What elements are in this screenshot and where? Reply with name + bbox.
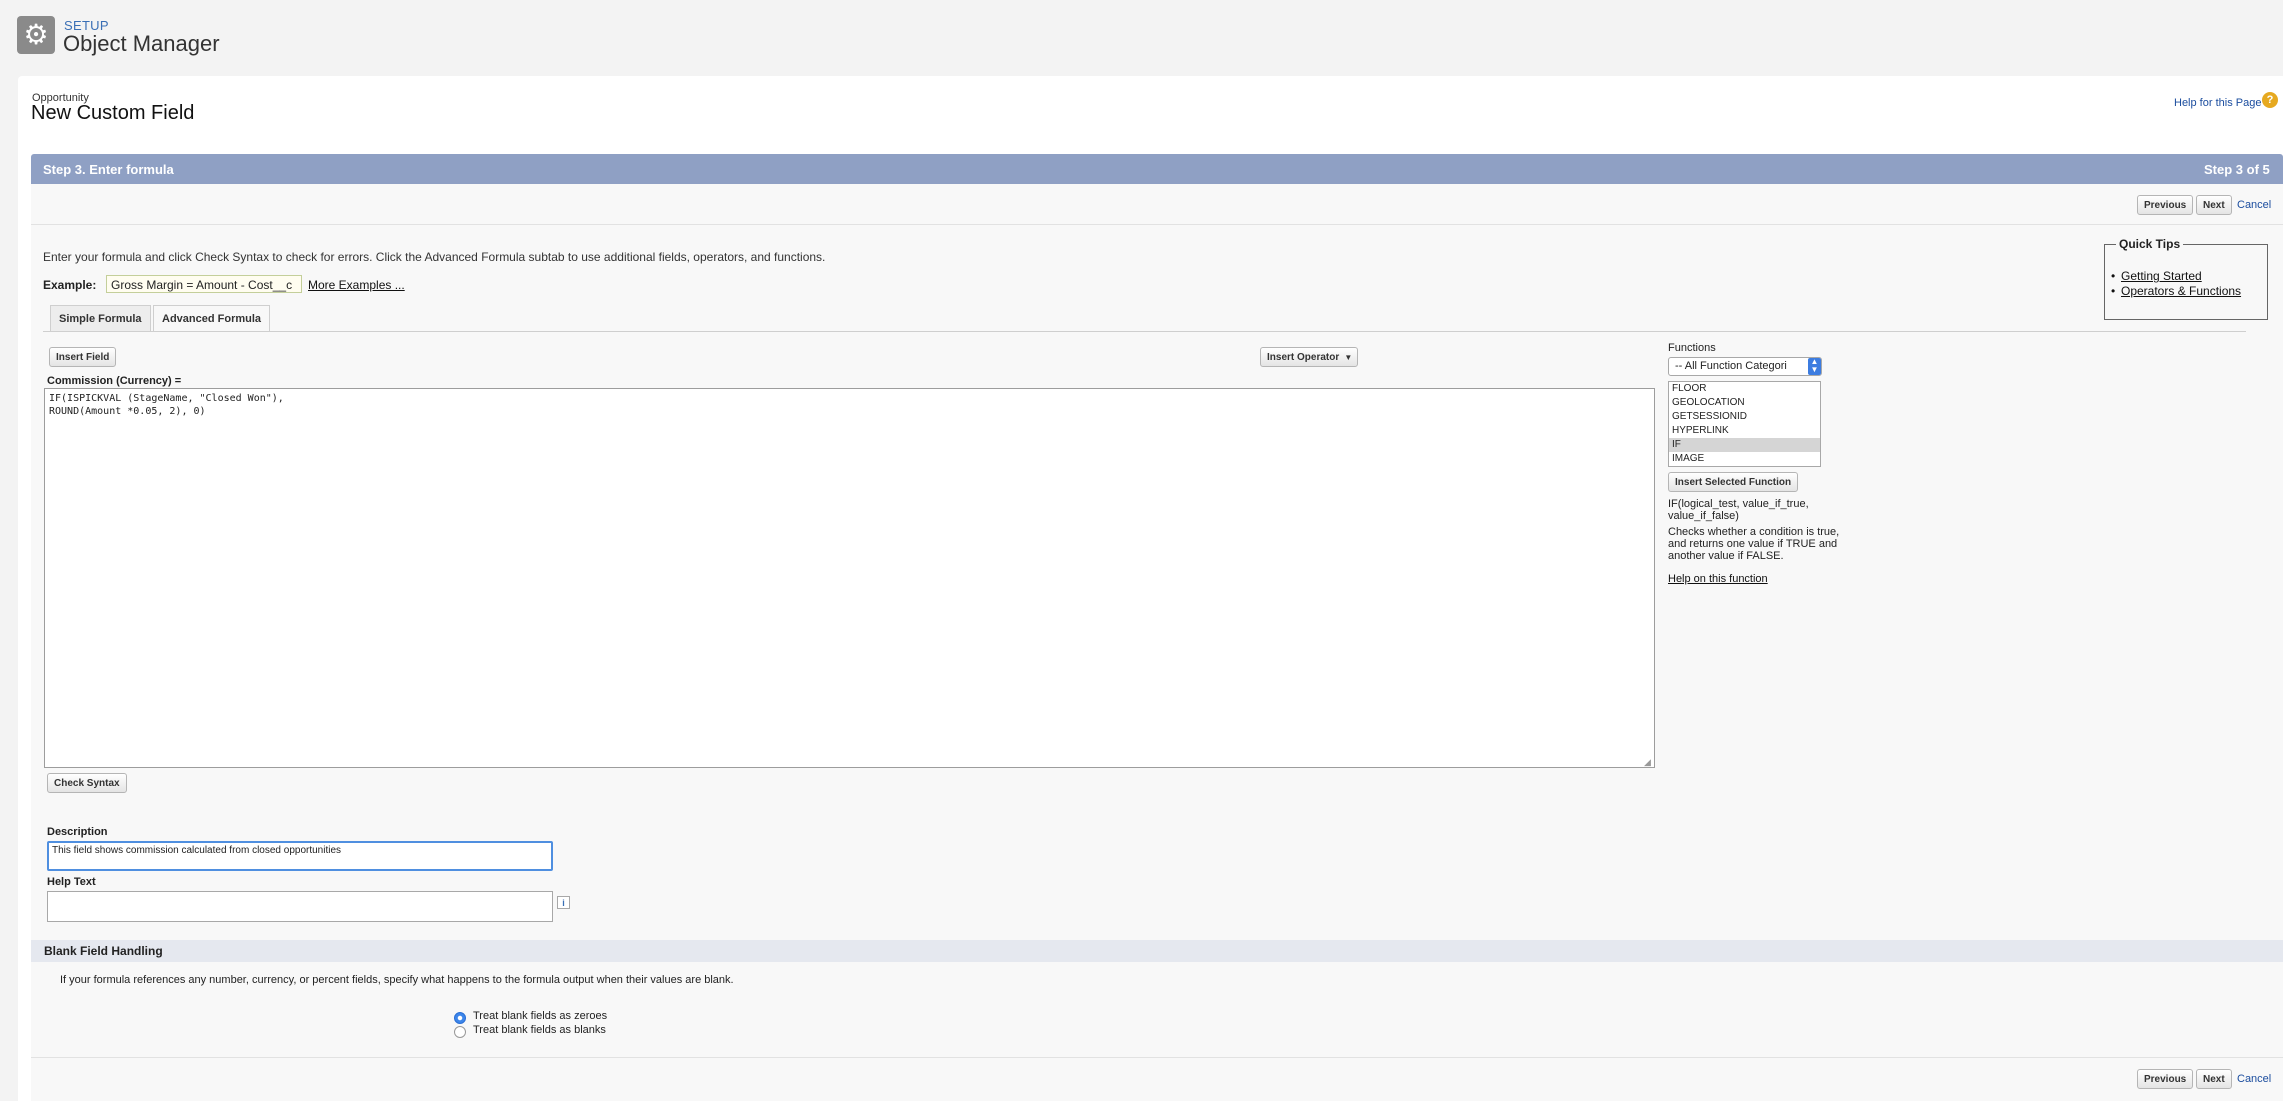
next-button-top[interactable]: Next [2196,195,2232,215]
insert-operator-label: Insert Operator [1267,352,1340,363]
previous-button-top[interactable]: Previous [2137,195,2194,215]
function-option[interactable]: GEOLOCATION [1669,396,1820,410]
formula-field-label: Commission (Currency) = [47,375,182,387]
example-box: Gross Margin = Amount - Cost__c [106,275,302,293]
intro-text: Enter your formula and click Check Synta… [43,250,826,264]
function-category-select[interactable]: -- All Function Categori [1668,357,1822,376]
radio-treat-as-blanks[interactable] [454,1026,466,1038]
function-option[interactable]: IMAGE [1669,452,1820,466]
check-syntax-button[interactable]: Check Syntax [47,773,127,793]
insert-selected-function-button[interactable]: Insert Selected Function [1668,472,1799,492]
resize-handle-icon[interactable]: ◢ [1644,757,1654,767]
blank-field-handling-title: Blank Field Handling [44,944,163,958]
radio-label-zeroes[interactable]: Treat blank fields as zeroes [473,1010,607,1022]
gear-icon: ⚙ [17,16,55,54]
help-text-field[interactable] [47,891,553,922]
quick-tip-operators-functions[interactable]: Operators & Functions [2111,284,2241,298]
chevron-down-icon: ▼ [1344,353,1353,362]
quick-tips-title: Quick Tips [2116,237,2184,251]
help-on-function-link[interactable]: Help on this function [1668,573,1768,585]
step-header-bar [31,154,2283,184]
function-description: Checks whether a condition is true, and … [1668,526,1840,562]
object-manager-title: Object Manager [63,31,220,56]
insert-operator-button[interactable]: Insert Operator ▼ [1260,347,1359,367]
info-icon[interactable]: i [557,896,570,909]
cancel-link-bottom[interactable]: Cancel [2237,1073,2271,1085]
function-option[interactable]: GETSESSIONID [1669,410,1820,424]
function-option[interactable]: HYPERLINK [1669,424,1820,438]
description-field[interactable]: This field shows commission calculated f… [47,841,553,871]
functions-label: Functions [1668,342,1716,354]
help-icon[interactable]: ? [2262,92,2278,108]
function-syntax: IF(logical_test, value_if_true, value_if… [1668,498,1809,522]
insert-field-button[interactable]: Insert Field [49,347,117,367]
next-button-bottom[interactable]: Next [2196,1069,2232,1089]
page-title: New Custom Field [31,102,195,124]
cancel-link-top[interactable]: Cancel [2237,199,2271,211]
quick-tip-getting-started[interactable]: Getting Started [2111,269,2202,283]
tab-underline [43,331,2246,332]
help-text-label: Help Text [47,876,96,888]
description-label: Description [47,826,108,838]
step-title: Step 3. Enter formula [43,162,174,177]
select-arrows-icon: ▲ ▼ [1808,358,1821,375]
function-option[interactable]: FLOOR [1669,382,1820,396]
setup-header [0,0,2283,75]
blank-field-handling-bar [31,940,2283,962]
more-examples-link[interactable]: More Examples ... [308,278,405,292]
divider [31,1057,2283,1058]
formula-editor[interactable]: IF(ISPICKVAL (StageName, "Closed Won"), … [44,388,1655,768]
functions-list[interactable]: FLOOR GEOLOCATION GETSESSIONID HYPERLINK… [1668,381,1821,467]
step-count: Step 3 of 5 [2204,162,2270,177]
example-label: Example: [43,278,97,292]
function-option-selected[interactable]: IF [1669,438,1820,452]
radio-treat-as-zeroes[interactable] [454,1012,466,1024]
previous-button-bottom[interactable]: Previous [2137,1069,2194,1089]
help-for-page-link[interactable]: Help for this Page [2174,97,2261,109]
tab-advanced-formula[interactable]: Advanced Formula [153,305,271,331]
blank-field-handling-text: If your formula references any number, c… [60,974,734,986]
radio-label-blanks[interactable]: Treat blank fields as blanks [473,1024,606,1036]
tab-simple-formula[interactable]: Simple Formula [50,305,151,331]
divider [31,224,2283,225]
